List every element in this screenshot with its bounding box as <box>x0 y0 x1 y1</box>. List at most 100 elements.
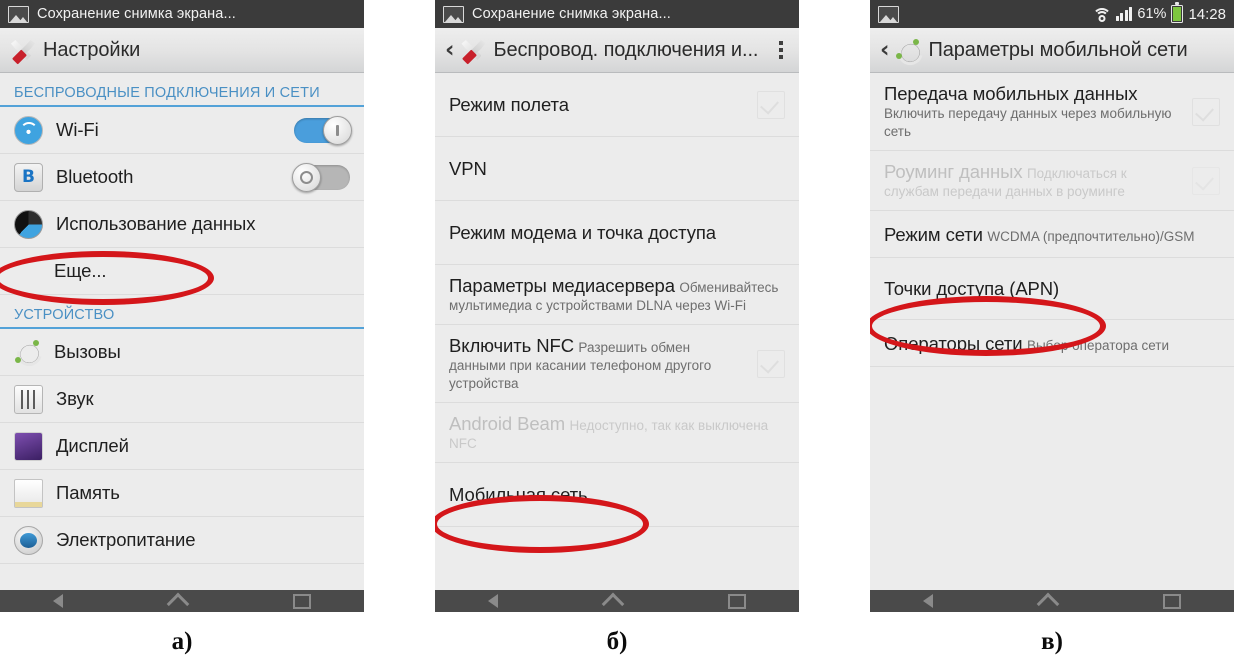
sidebar-item-more[interactable]: Еще... <box>0 248 364 295</box>
status-bar-title: Сохранение снимка экрана... <box>472 6 671 22</box>
action-bar-a: Настройки <box>0 28 364 73</box>
row-label: Android Beam <box>449 413 566 435</box>
panel-c: 61% 14:28 ‹ Параметры мобильной сети Пер… <box>870 0 1234 656</box>
sound-icon <box>14 384 43 414</box>
row-label: Передача мобильных данных <box>884 83 1138 104</box>
panel-a: Сохранение снимка экрана... Настройки БЕ… <box>0 0 364 656</box>
row-label: Режим полета <box>449 93 569 115</box>
image-icon <box>443 5 464 23</box>
row-label: Еще... <box>54 260 107 282</box>
sidebar-item-display[interactable]: Дисплей <box>0 423 364 470</box>
status-bar-c: 61% 14:28 <box>870 0 1234 28</box>
status-bar-b: Сохранение снимка экрана... <box>435 0 799 28</box>
airplane-mode-checkbox[interactable] <box>757 90 785 119</box>
caption-a: а) <box>171 628 193 655</box>
row-label: Память <box>56 482 120 504</box>
nav-home-icon[interactable] <box>601 592 625 612</box>
settings-list-a: БЕСПРОВОДНЫЕ ПОДКЛЮЧЕНИЯ И СЕТИ Wi-Fi Bl… <box>0 73 364 590</box>
clock-label: 14:28 <box>1188 5 1226 23</box>
nav-back-icon[interactable] <box>923 594 934 608</box>
list-item-tethering[interactable]: Режим модема и точка доступа <box>435 201 799 265</box>
bluetooth-toggle[interactable] <box>292 162 350 192</box>
battery-percent-label: 61% <box>1137 6 1167 22</box>
sidebar-item-bluetooth[interactable]: Bluetooth <box>0 154 364 201</box>
row-label: Точки доступа (APN) <box>884 278 1060 300</box>
list-item-mobile-data[interactable]: Передача мобильных данных Включить перед… <box>870 73 1234 152</box>
row-label: Электропитание <box>56 529 196 551</box>
row-label: Звук <box>56 388 94 410</box>
section-header-wireless: БЕСПРОВОДНЫЕ ПОДКЛЮЧЕНИЯ И СЕТИ <box>0 73 364 107</box>
row-label: Режим сети <box>884 223 983 245</box>
mobile-data-checkbox[interactable] <box>1192 97 1220 126</box>
sidebar-item-storage[interactable]: Память <box>0 470 364 517</box>
phone-screen-c: 61% 14:28 ‹ Параметры мобильной сети Пер… <box>870 0 1234 612</box>
list-item-network-operators[interactable]: Операторы сети Выбор оператора сети <box>870 320 1234 368</box>
bluetooth-icon <box>14 162 43 192</box>
sidebar-item-sound[interactable]: Звук <box>0 376 364 423</box>
navigation-bar-a <box>0 590 364 612</box>
nav-back-icon[interactable] <box>488 594 499 608</box>
settings-list-b: Режим полета VPN Режим модема и точка до… <box>435 73 799 590</box>
power-icon <box>14 525 43 555</box>
row-label: Вызовы <box>54 341 121 363</box>
phone-screen-a: Сохранение снимка экрана... Настройки БЕ… <box>0 0 364 612</box>
row-label: Использование данных <box>56 213 256 235</box>
signal-bars-icon <box>1115 7 1133 21</box>
row-label: Bluetooth <box>56 166 134 188</box>
nav-recent-apps-icon[interactable] <box>292 593 311 609</box>
sidebar-item-data-usage[interactable]: Использование данных <box>0 201 364 248</box>
list-item-mobile-network[interactable]: Мобильная сеть <box>435 463 799 528</box>
row-label: Включить NFC <box>449 335 574 357</box>
nav-home-icon[interactable] <box>1036 592 1060 612</box>
row-label: VPN <box>449 157 487 179</box>
list-item-network-mode[interactable]: Режим сети WCDMA (предпочтительно)/GSM <box>870 211 1234 259</box>
back-chevron-icon[interactable]: ‹ <box>880 38 889 62</box>
row-sublabel: Включить передачу данных через мобильную… <box>884 106 1172 140</box>
list-item-media-server[interactable]: Параметры медиасервера Обменивайтесь мул… <box>435 265 799 326</box>
page-title: Беспровод. подключения и... <box>493 38 759 61</box>
settings-list-c: Передача мобильных данных Включить перед… <box>870 73 1234 590</box>
spacer-icon <box>14 258 41 285</box>
row-label: Мобильная сеть <box>449 484 588 506</box>
row-label: Режим модема и точка доступа <box>449 221 716 243</box>
nav-recent-apps-icon[interactable] <box>727 593 746 609</box>
storage-icon <box>14 478 43 508</box>
wifi-icon <box>14 115 43 145</box>
row-label: Операторы сети <box>884 332 1023 354</box>
row-label: Роуминг данных <box>884 161 1023 183</box>
page-title: Настройки <box>43 38 141 61</box>
calls-icon <box>12 336 47 371</box>
row-label: Параметры медиасервера <box>449 275 675 296</box>
nav-back-icon[interactable] <box>53 594 64 608</box>
status-bar-title: Сохранение снимка экрана... <box>37 6 236 22</box>
row-label: Дисплей <box>56 435 129 457</box>
phone-screen-b: Сохранение снимка экрана... ‹ Беспровод.… <box>435 0 799 612</box>
display-icon <box>14 431 43 461</box>
list-item-vpn[interactable]: VPN <box>435 137 799 201</box>
wifi-status-icon <box>1092 7 1112 22</box>
status-bar-a: Сохранение снимка экрана... <box>0 0 364 28</box>
nfc-checkbox[interactable] <box>757 349 785 378</box>
row-label: Wi-Fi <box>56 119 99 141</box>
data-roaming-checkbox <box>1192 166 1220 195</box>
overflow-menu-icon[interactable] <box>773 37 789 63</box>
list-item-nfc[interactable]: Включить NFC Разрешить обмен данными при… <box>435 325 799 404</box>
sidebar-item-calls[interactable]: Вызовы <box>0 329 364 376</box>
figure-three-screenshots: Сохранение снимка экрана... Настройки БЕ… <box>0 0 1234 660</box>
caption-b: б) <box>606 628 628 655</box>
sidebar-item-wifi[interactable]: Wi-Fi <box>0 107 364 154</box>
nav-recent-apps-icon[interactable] <box>1162 593 1181 609</box>
page-title: Параметры мобильной сети <box>928 38 1188 61</box>
sidebar-item-power[interactable]: Электропитание <box>0 517 364 564</box>
image-icon <box>8 5 29 23</box>
wifi-toggle[interactable] <box>294 115 352 145</box>
section-header-device: УСТРОЙСТВО <box>0 295 364 329</box>
navigation-bar-c <box>870 590 1234 612</box>
list-item-airplane-mode[interactable]: Режим полета <box>435 73 799 137</box>
action-bar-b: ‹ Беспровод. подключения и... <box>435 28 799 73</box>
list-item-apn[interactable]: Точки доступа (APN) <box>870 258 1234 321</box>
settings-tools-icon <box>10 38 36 65</box>
nav-home-icon[interactable] <box>166 592 190 612</box>
row-sublabel: WCDMA (предпочтительно)/GSM <box>987 228 1195 244</box>
back-chevron-icon[interactable]: ‹ <box>445 38 454 62</box>
